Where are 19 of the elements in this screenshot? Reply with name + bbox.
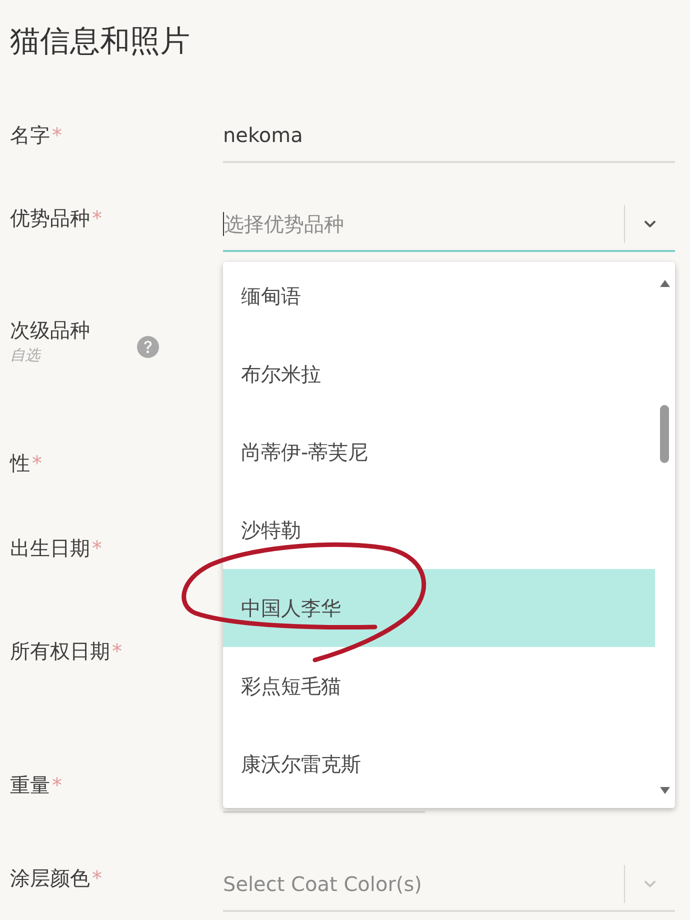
breed-option[interactable]: 缅甸语 bbox=[223, 262, 655, 335]
help-icon[interactable] bbox=[137, 336, 159, 358]
field-label: 涂层颜色* bbox=[10, 865, 103, 892]
optional-hint: 自选 bbox=[10, 345, 42, 366]
scrollbar-thumb[interactable] bbox=[660, 405, 669, 463]
field-label: 出生日期* bbox=[10, 535, 103, 562]
scroll-down-arrow-icon[interactable] bbox=[660, 787, 670, 794]
field-label: 性* bbox=[10, 450, 43, 477]
field-label: 重量* bbox=[10, 772, 63, 799]
breed-option[interactable]: 中国人李华 bbox=[223, 569, 655, 647]
field-label: 所有权日期* bbox=[10, 638, 123, 665]
field-label: 名字* bbox=[10, 122, 63, 149]
text-cursor bbox=[223, 212, 224, 236]
field-label: 次级品种 bbox=[10, 317, 91, 344]
name-input-field[interactable]: nekoma bbox=[223, 121, 675, 163]
field-label: 优势品种* bbox=[10, 205, 103, 232]
page-title: 猫信息和照片 bbox=[10, 23, 191, 61]
weight-input-field[interactable] bbox=[223, 808, 425, 813]
scroll-up-arrow-icon[interactable] bbox=[660, 280, 670, 287]
